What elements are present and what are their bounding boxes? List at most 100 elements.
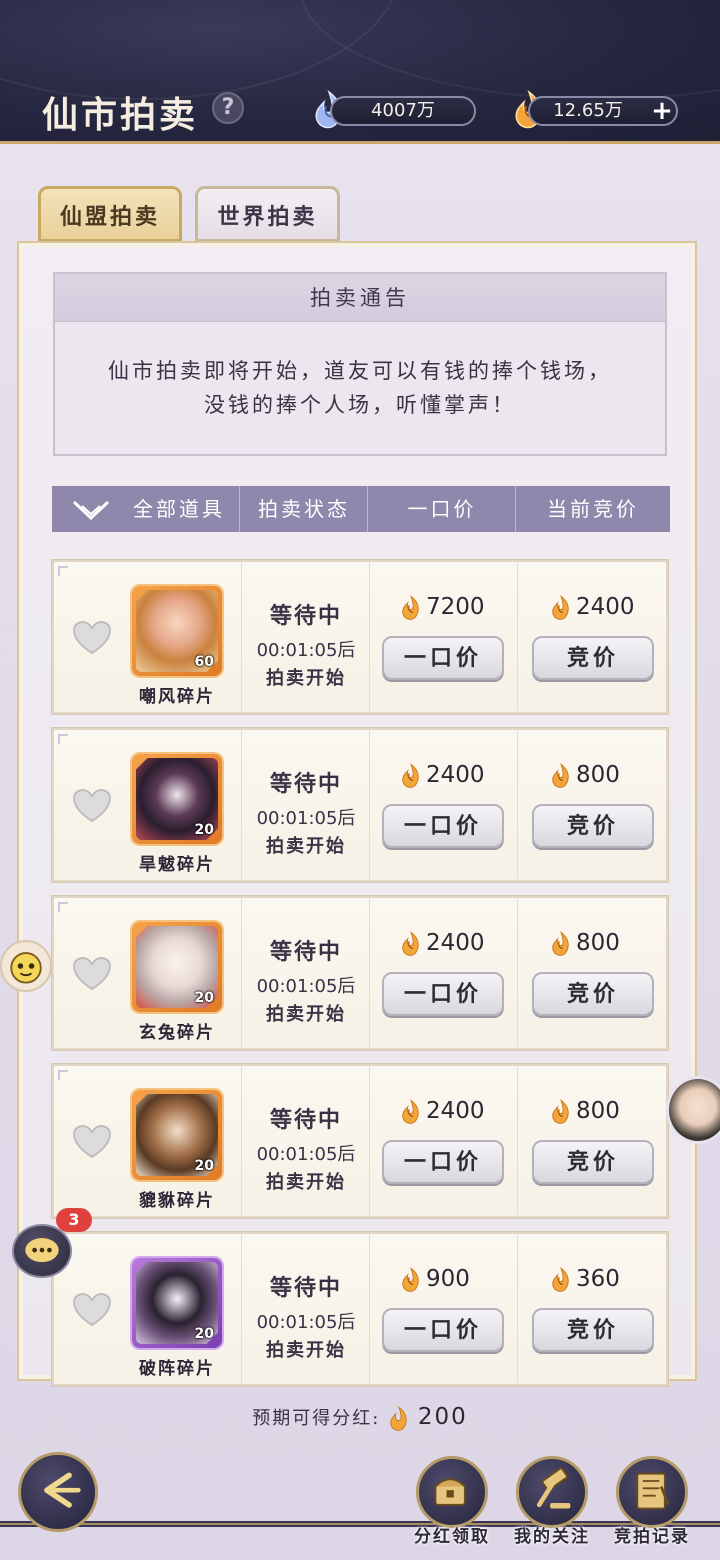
item-icon[interactable]: 60 bbox=[132, 586, 222, 676]
status-text: 等待中 bbox=[269, 603, 342, 629]
auction-item-row: 20 玄兔碎片 等待中 00:01:05后 拍卖开始 2400 一口价 800 竞价 bbox=[52, 896, 668, 1050]
row-divider bbox=[241, 898, 242, 1048]
countdown-timer: 00:01:05后 bbox=[256, 640, 356, 661]
auction-notice: 拍卖通告 仙市拍卖即将开始，道友可以有钱的捧个钱场， 没钱的捧个人场，听懂掌声！ bbox=[53, 272, 667, 456]
current-bid-price: 2400 bbox=[550, 590, 635, 624]
auction-item-row: 20 貔貅碎片 等待中 00:01:05后 拍卖开始 2400 一口价 800 竞价 bbox=[52, 1064, 668, 1218]
status-suffix: 拍卖开始 bbox=[266, 1172, 346, 1193]
item-icon[interactable]: 20 bbox=[132, 1090, 222, 1180]
row-corner-decoration bbox=[58, 1070, 68, 1080]
bid-price-value: 800 bbox=[576, 762, 620, 788]
filter-dropdown-icon[interactable] bbox=[72, 498, 110, 522]
item-icon[interactable]: 20 bbox=[132, 922, 222, 1012]
row-divider bbox=[369, 730, 370, 880]
column-auction-status: 拍卖状态 bbox=[258, 497, 350, 521]
gold-coin-icon bbox=[552, 594, 569, 620]
bid-price-value: 2400 bbox=[576, 594, 635, 620]
item-count: 20 bbox=[194, 1158, 214, 1174]
status-suffix: 拍卖开始 bbox=[266, 1340, 346, 1361]
countdown-timer: 00:01:05后 bbox=[256, 976, 356, 997]
status-suffix: 拍卖开始 bbox=[266, 668, 346, 689]
buyout-price-value: 2400 bbox=[426, 1098, 485, 1124]
bid-button[interactable]: 竞价 bbox=[532, 804, 654, 848]
row-divider bbox=[241, 730, 242, 880]
countdown-timer: 00:01:05后 bbox=[256, 1312, 356, 1333]
row-divider bbox=[369, 1234, 370, 1384]
favorite-heart-icon[interactable] bbox=[72, 620, 112, 656]
buyout-button[interactable]: 一口价 bbox=[382, 1308, 504, 1352]
auction-status: 等待中 00:01:05后 拍卖开始 bbox=[244, 1102, 368, 1194]
help-icon[interactable]: ? bbox=[212, 92, 244, 124]
item-count: 60 bbox=[194, 654, 214, 670]
expected-dividend: 预期可得分红: 200 bbox=[0, 1404, 720, 1434]
bid-price-value: 360 bbox=[576, 1266, 620, 1292]
tab-alliance-auction[interactable]: 仙盟拍卖 bbox=[38, 186, 182, 242]
current-bid-price: 800 bbox=[550, 926, 620, 960]
row-divider bbox=[241, 1066, 242, 1216]
nav-dividend-claim[interactable]: 分红领取 bbox=[412, 1456, 492, 1547]
favorite-heart-icon[interactable] bbox=[72, 1292, 112, 1328]
gold-coin-icon bbox=[552, 1266, 569, 1292]
row-divider bbox=[369, 898, 370, 1048]
buyout-button[interactable]: 一口价 bbox=[382, 972, 504, 1016]
buyout-price: 2400 bbox=[400, 1094, 485, 1128]
item-name: 嘲风碎片 bbox=[139, 687, 215, 707]
buyout-price: 2400 bbox=[400, 926, 485, 960]
status-text: 等待中 bbox=[269, 939, 342, 965]
row-divider bbox=[517, 898, 518, 1048]
gold-coin-icon bbox=[390, 1406, 407, 1431]
row-corner-decoration bbox=[58, 566, 68, 576]
auction-item-row: 20 旱魃碎片 等待中 00:01:05后 拍卖开始 2400 一口价 800 竞价 bbox=[52, 728, 668, 882]
page-title: 仙市拍卖 bbox=[42, 94, 199, 136]
favorite-heart-icon[interactable] bbox=[72, 956, 112, 992]
chat-button[interactable] bbox=[12, 1224, 72, 1278]
buyout-button[interactable]: 一口价 bbox=[382, 804, 504, 848]
favorite-heart-icon[interactable] bbox=[72, 788, 112, 824]
hammer-icon bbox=[516, 1456, 588, 1528]
item-count: 20 bbox=[194, 1326, 214, 1342]
status-text: 等待中 bbox=[269, 1275, 342, 1301]
notice-line-2: 没钱的捧个人场，听懂掌声！ bbox=[204, 393, 516, 417]
countdown-timer: 00:01:05后 bbox=[256, 1144, 356, 1165]
item-name: 玄兔碎片 bbox=[139, 1023, 215, 1043]
bid-button[interactable]: 竞价 bbox=[532, 972, 654, 1016]
item-name: 旱魃碎片 bbox=[139, 855, 215, 875]
back-button[interactable] bbox=[18, 1452, 98, 1532]
jade-currency-amount: 4007万 bbox=[330, 96, 476, 126]
row-corner-decoration bbox=[58, 902, 68, 912]
bid-price-value: 800 bbox=[576, 930, 620, 956]
item-icon[interactable]: 20 bbox=[132, 754, 222, 844]
status-text: 等待中 bbox=[269, 1107, 342, 1133]
gold-coin-icon bbox=[402, 930, 419, 956]
auction-status: 等待中 00:01:05后 拍卖开始 bbox=[244, 1270, 368, 1362]
auction-item-row: 20 破阵碎片 等待中 00:01:05后 拍卖开始 900 一口价 360 竞价 bbox=[52, 1232, 668, 1386]
row-divider bbox=[241, 562, 242, 712]
row-divider bbox=[517, 1234, 518, 1384]
row-divider bbox=[369, 1066, 370, 1216]
tab-world-auction[interactable]: 世界拍卖 bbox=[195, 186, 340, 242]
item-icon[interactable]: 20 bbox=[132, 1258, 222, 1348]
item-count: 20 bbox=[194, 990, 214, 1006]
nav-my-watchlist[interactable]: 我的关注 bbox=[512, 1456, 592, 1547]
bid-button[interactable]: 竞价 bbox=[532, 1308, 654, 1352]
nav-label: 竞拍记录 bbox=[614, 1527, 690, 1547]
notice-line-1: 仙市拍卖即将开始，道友可以有钱的捧个钱场， bbox=[108, 359, 612, 383]
bid-button[interactable]: 竞价 bbox=[532, 1140, 654, 1184]
gold-coin-icon bbox=[552, 930, 569, 956]
buyout-price-value: 2400 bbox=[426, 762, 485, 788]
chat-unread-badge: 3 bbox=[56, 1208, 92, 1232]
nav-bid-record[interactable]: 竞拍记录 bbox=[612, 1456, 692, 1547]
favorite-heart-icon[interactable] bbox=[72, 1124, 112, 1160]
column-filter-all-items[interactable]: 全部道具 bbox=[118, 486, 240, 532]
buyout-button[interactable]: 一口价 bbox=[382, 636, 504, 680]
nav-label: 我的关注 bbox=[514, 1527, 590, 1547]
pet-assistant-icon[interactable] bbox=[0, 940, 52, 992]
buyout-button[interactable]: 一口价 bbox=[382, 1140, 504, 1184]
item-name: 貔貅碎片 bbox=[139, 1191, 215, 1211]
column-buyout-price: 一口价 bbox=[407, 497, 477, 521]
bid-button[interactable]: 竞价 bbox=[532, 636, 654, 680]
gold-coin-icon bbox=[552, 762, 569, 788]
add-currency-button[interactable]: + bbox=[648, 98, 676, 124]
notice-title: 拍卖通告 bbox=[55, 274, 665, 322]
auction-status: 等待中 00:01:05后 拍卖开始 bbox=[244, 598, 368, 690]
